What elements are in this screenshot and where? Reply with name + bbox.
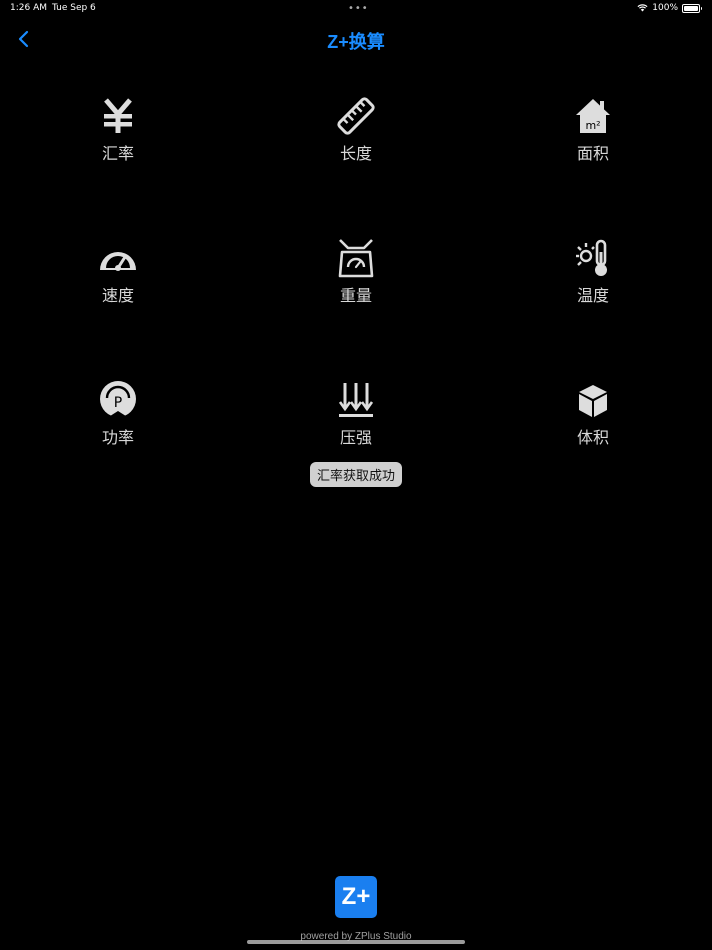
power-pin-icon: P [100, 381, 136, 418]
status-date: Tue Sep 6 [52, 3, 96, 13]
category-label: 长度 [339, 144, 372, 163]
category-speed[interactable]: 速度 [58, 238, 178, 306]
category-area[interactable]: m² 面积 [533, 96, 653, 164]
wifi-icon [637, 4, 648, 12]
battery-percent: 100% [652, 3, 678, 13]
battery-icon [682, 3, 702, 13]
category-pressure[interactable]: 压强 [296, 380, 416, 448]
category-label: 速度 [101, 286, 134, 305]
page-title: Z+换算 [327, 32, 385, 52]
house-area-icon: m² [576, 99, 610, 133]
category-label: 面积 [576, 144, 609, 163]
cube-icon [579, 385, 607, 417]
scale-icon [338, 239, 374, 278]
category-label: 汇率 [101, 144, 134, 163]
category-volume[interactable]: 体积 [533, 380, 653, 448]
multitasking-dots-icon[interactable]: ••• [348, 3, 369, 14]
yen-icon [104, 98, 132, 133]
status-time: 1:26 AM [10, 3, 47, 13]
category-label: 重量 [339, 286, 372, 305]
thermometer-icon [576, 239, 607, 276]
speedometer-icon [100, 252, 136, 271]
status-right: 100% [637, 3, 702, 13]
nav-bar: Z+换算 [0, 22, 712, 56]
category-length[interactable]: 长度 [296, 96, 416, 164]
svg-text:m²: m² [585, 119, 600, 132]
status-bar: 1:26 AM Tue Sep 6 ••• 100% [0, 0, 712, 18]
category-exchange-rate[interactable]: 汇率 [58, 96, 178, 164]
toast: 汇率获取成功 [0, 462, 712, 487]
category-weight[interactable]: 重量 [296, 238, 416, 306]
pressure-arrows-icon [338, 383, 374, 417]
category-label: 功率 [101, 428, 134, 447]
category-temperature[interactable]: 温度 [533, 238, 653, 306]
battery-fill [684, 5, 698, 11]
category-label: 压强 [339, 428, 372, 447]
app-logo: Z+ [335, 876, 377, 918]
svg-text:P: P [114, 395, 122, 411]
ruler-icon [337, 97, 375, 135]
category-label: 体积 [576, 428, 609, 447]
category-power[interactable]: P 功率 [58, 380, 178, 448]
category-label: 温度 [576, 286, 609, 305]
toast-message: 汇率获取成功 [309, 462, 402, 487]
home-indicator[interactable] [247, 940, 465, 944]
